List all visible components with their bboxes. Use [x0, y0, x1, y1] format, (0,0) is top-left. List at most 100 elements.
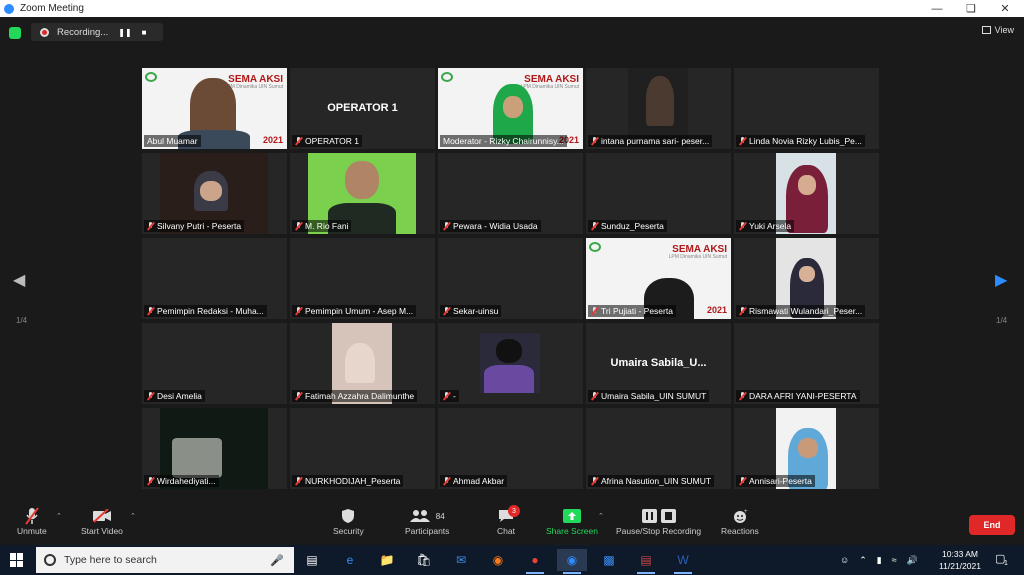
encryption-shield-icon[interactable]	[9, 27, 21, 39]
reactions-button[interactable]: + Reactions	[721, 506, 759, 536]
participant-tile[interactable]: Annisari-Peserta	[734, 408, 879, 489]
participants-button[interactable]: 84 Participants	[405, 506, 449, 536]
chat-button[interactable]: 3 Chat	[497, 505, 520, 536]
unmute-button[interactable]: Unmute	[17, 506, 47, 536]
sema-subtitle: LPM Dinamika UIN Sumut	[668, 254, 727, 260]
participant-tile[interactable]: Pemimpin Redaksi - Muha...	[142, 238, 287, 319]
muted-mic-icon	[591, 307, 598, 315]
participant-name: Ahmad Akbar	[453, 476, 505, 486]
participant-tile[interactable]: SEMA AKSI LPM Dinamika UIN Sumut 2021 Tri P…	[586, 238, 731, 319]
start-video-button[interactable]: Start Video	[81, 506, 123, 536]
muted-mic-icon	[147, 307, 154, 315]
word-icon[interactable]: W	[668, 549, 698, 574]
participant-name-label: Pemimpin Redaksi - Muha...	[144, 305, 267, 317]
muted-mic-icon	[591, 137, 598, 145]
volume-icon[interactable]: 🔊	[907, 555, 918, 566]
zoom-logo-icon	[4, 3, 14, 14]
participant-tile[interactable]: M. Rio Fani	[290, 153, 435, 234]
participant-tile[interactable]: Pemimpin Umum - Asep M...	[290, 238, 435, 319]
video-options-caret-icon[interactable]: ⌃	[130, 512, 136, 520]
pause-stop-recording-button[interactable]: Pause/Stop Recording	[616, 506, 701, 536]
participant-name: M. Rio Fani	[305, 221, 349, 231]
security-shield-icon	[341, 506, 355, 526]
participant-tile[interactable]: Sekar-uinsu	[438, 238, 583, 319]
participant-tile[interactable]: Ahmad Akbar	[438, 408, 583, 489]
participant-name: Sunduz_Peserta	[601, 221, 664, 231]
pause-stop-icon	[641, 506, 676, 526]
microsoft-store-icon[interactable]: 🛍	[409, 549, 439, 571]
end-meeting-button[interactable]: End	[969, 515, 1015, 535]
pause-recording-icon[interactable]: ❚❚	[118, 28, 131, 37]
participant-tile[interactable]: Fatimah Azzahra Dalimunthe	[290, 323, 435, 404]
windows-start-icon[interactable]	[10, 553, 24, 567]
view-button[interactable]: View	[981, 25, 1014, 35]
share-screen-button[interactable]: Share Screen	[546, 506, 598, 536]
taskbar-clock[interactable]: 10:33 AM 11/21/2021	[936, 548, 984, 572]
muted-mic-icon	[443, 307, 450, 315]
firefox-icon[interactable]: ◉	[483, 549, 513, 571]
chrome-icon[interactable]: ●	[520, 549, 550, 574]
notification-count: 1	[1004, 560, 1008, 567]
mail-icon[interactable]: ✉	[446, 549, 476, 571]
restore-icon[interactable]: ❏	[954, 0, 988, 17]
microphone-icon[interactable]: 🎤	[270, 554, 284, 567]
participant-tile[interactable]: -	[438, 323, 583, 404]
close-icon[interactable]: ✕	[988, 0, 1022, 17]
task-view-icon[interactable]: ▤	[297, 549, 327, 571]
participant-name: Yuki Arsela	[749, 221, 792, 231]
muted-mic-icon	[295, 477, 302, 485]
participant-name: Fatimah Azzahra Dalimunthe	[305, 391, 415, 401]
participant-name-label: Moderator - Rizky Chairunnisy...	[440, 135, 567, 147]
participant-name: Umaira Sabila_UIN SUMUT	[601, 391, 707, 401]
previous-page-arrow-icon[interactable]: ◀	[13, 270, 25, 290]
participant-name-label: Rismawati Wulandari_Peser...	[736, 305, 866, 317]
participant-tile[interactable]: DARA AFRI YANI-PESERTA	[734, 323, 879, 404]
start-video-label: Start Video	[81, 526, 123, 536]
meeting-toolbar: Unmute ⌃ Start Video ⌃ Security 84 Parti…	[0, 500, 1024, 545]
video-off-icon	[92, 506, 112, 526]
participant-tile[interactable]: Silvany Putri - Peserta	[142, 153, 287, 234]
muted-mic-icon	[295, 307, 302, 315]
battery-icon[interactable]: ▮	[877, 555, 882, 566]
zoom-taskbar-icon[interactable]: ◉	[557, 549, 587, 574]
people-icon[interactable]: ☺	[840, 555, 849, 565]
participant-tile[interactable]: Pewara - Widia Usada	[438, 153, 583, 234]
winrar-icon[interactable]: ▤	[631, 549, 661, 574]
next-page-arrow-icon[interactable]: ▶	[995, 270, 1007, 290]
participant-tile[interactable]: SEMA AKSI LPM Dinamika UIN Sumut 2021 Abul …	[142, 68, 287, 149]
participant-name-label: M. Rio Fani	[292, 220, 352, 232]
security-button[interactable]: Security	[333, 506, 364, 536]
participant-name: NURKHODIJAH_Peserta	[305, 476, 401, 486]
participant-name: intana purnama sari- peser...	[601, 136, 710, 146]
taskbar-search-box[interactable]: Type here to search 🎤	[36, 547, 294, 573]
photos-icon[interactable]: ▩	[594, 549, 624, 571]
participant-tile[interactable]: OPERATOR 1 OPERATOR 1	[290, 68, 435, 149]
share-options-caret-icon[interactable]: ⌃	[598, 512, 604, 520]
participant-tile[interactable]: Sunduz_Peserta	[586, 153, 731, 234]
participant-tile[interactable]: intana purnama sari- peser...	[586, 68, 731, 149]
audio-options-caret-icon[interactable]: ⌃	[56, 512, 62, 520]
participant-tile[interactable]: Wirdahediyati...	[142, 408, 287, 489]
participant-tile[interactable]: Umaira Sabila_U... Umaira Sabila_UIN SUMU…	[586, 323, 731, 404]
participant-tile[interactable]: Linda Novia Rizky Lubis_Pe...	[734, 68, 879, 149]
share-screen-label: Share Screen	[546, 526, 598, 536]
participant-name-label: Silvany Putri - Peserta	[144, 220, 245, 232]
participant-name-label: Pewara - Widia Usada	[440, 220, 541, 232]
windows-taskbar: Type here to search 🎤 ▤ e 📁 🛍 ✉ ◉ ● ◉ ▩ …	[0, 545, 1024, 575]
participant-tile[interactable]: Afrina Nasution_UIN SUMUT	[586, 408, 731, 489]
stop-recording-icon[interactable]: ■	[142, 28, 147, 37]
window-title: Zoom Meeting	[20, 3, 84, 14]
file-explorer-icon[interactable]: 📁	[372, 549, 402, 571]
show-hidden-icons-icon[interactable]: ⌃	[859, 555, 867, 566]
participant-tile[interactable]: Desi Amelia	[142, 323, 287, 404]
wifi-icon[interactable]: ≈	[892, 555, 897, 565]
participant-tile[interactable]: Rismawati Wulandari_Peser...	[734, 238, 879, 319]
edge-browser-icon[interactable]: e	[335, 549, 365, 571]
participant-tile[interactable]: NURKHODIJAH_Peserta	[290, 408, 435, 489]
participant-name-label: DARA AFRI YANI-PESERTA	[736, 390, 860, 402]
participant-tile[interactable]: Yuki Arsela	[734, 153, 879, 234]
participant-tile[interactable]: SEMA AKSI LPM Dinamika UIN Sumut 2021 Moder…	[438, 68, 583, 149]
minimize-icon[interactable]: —	[920, 0, 954, 17]
reactions-smiley-icon: +	[732, 506, 748, 526]
participant-name: Tri Pujiati - Peserta	[601, 306, 673, 316]
